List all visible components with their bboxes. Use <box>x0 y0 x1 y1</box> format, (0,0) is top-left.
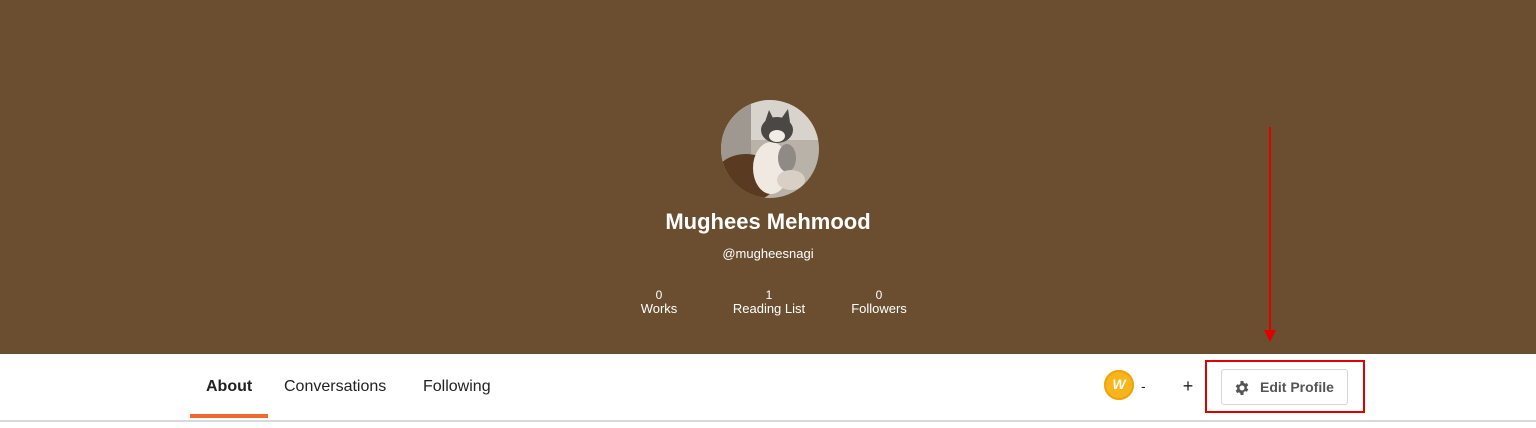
profile-username: @mugheesnagi <box>722 246 814 261</box>
annotation-highlight-box <box>1205 360 1365 413</box>
coin-letter: W <box>1112 376 1126 392</box>
cat-photo-avatar-icon <box>721 100 819 198</box>
stat-followers[interactable]: 0 Followers <box>824 289 934 316</box>
profile-display-name: Mughees Mehmood <box>665 209 871 234</box>
annotation-arrow-line <box>1269 127 1271 332</box>
stat-reading-list-label: Reading List <box>732 301 806 316</box>
stat-followers-label: Followers <box>851 301 907 316</box>
stat-reading-list[interactable]: 1 Reading List <box>714 289 824 316</box>
tab-following[interactable]: Following <box>423 378 491 396</box>
annotation-arrow-head <box>1264 330 1276 342</box>
profile-header: Mughees Mehmood @mugheesnagi 0 Works 1 R… <box>0 0 1536 354</box>
stat-works[interactable]: 0 Works <box>604 289 714 316</box>
tab-conversations[interactable]: Conversations <box>284 378 386 396</box>
wattpad-coin-icon[interactable]: W <box>1104 370 1134 400</box>
avatar[interactable] <box>721 100 819 198</box>
active-tab-indicator <box>190 414 268 418</box>
add-coins-button[interactable]: + <box>1176 374 1200 398</box>
tab-about[interactable]: About <box>206 378 252 396</box>
stat-works-label: Works <box>640 301 678 316</box>
coin-balance: - <box>1141 378 1146 394</box>
